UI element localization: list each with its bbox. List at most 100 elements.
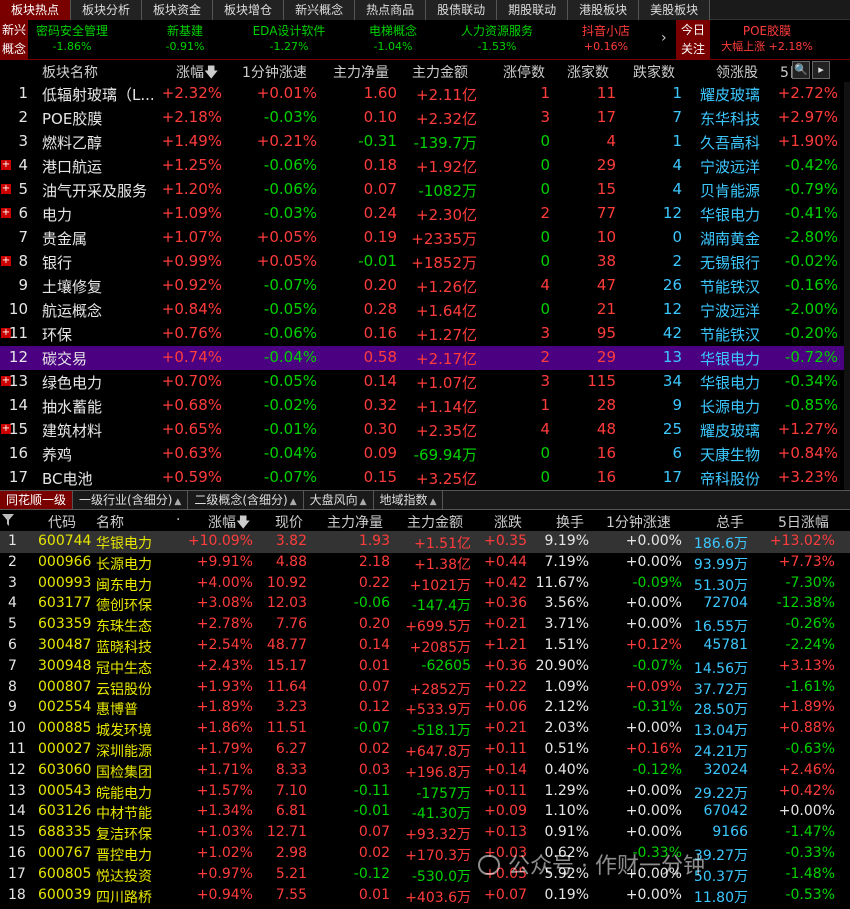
- top-tab-bar: 板块热点 板块分析 板块资金 板块增仓 新兴概念 热点商品 股债联动 期股联动 港股板块 美股板块: [0, 0, 850, 20]
- stock-row[interactable]: 16 000767 晋控电力 +1.02% 2.98 0.02 +170.3万 +0.03 0.…: [0, 844, 850, 865]
- ticker-item[interactable]: 新基建 -0.91%: [140, 23, 230, 55]
- header-diff[interactable]: 涨跌: [494, 512, 522, 532]
- expand-plus-icon[interactable]: +: [1, 256, 11, 266]
- dropdown-icon[interactable]: ▲: [360, 497, 367, 507]
- sector-row[interactable]: +13 绿色电力 +0.70% -0.05% 0.14 +1.07亿 3 115 34 华银电力 -…: [0, 370, 850, 394]
- today-focus-item[interactable]: POE胶膜 大幅上涨 +2.18%: [712, 23, 822, 55]
- expand-icon[interactable]: ▸: [812, 61, 830, 79]
- sector-row[interactable]: 10 航运概念 +0.84% -0.05% 0.28 +1.64亿 0 21 12 宁波远洋 -2.…: [0, 298, 850, 322]
- tab-8[interactable]: 期股联动: [497, 0, 569, 20]
- expand-plus-icon[interactable]: +: [1, 160, 11, 170]
- tab-3[interactable]: 板块资金: [142, 0, 214, 20]
- sector-row[interactable]: +5 油气开采及服务 +1.20% -0.06% 0.07 -1082万 0 15 4 贝肯能源 -…: [0, 178, 850, 202]
- stock-row[interactable]: 2 000966 长源电力 +9.91% 4.88 2.18 +1.38亿 +0.44 7.19…: [0, 553, 850, 574]
- tab-7[interactable]: 股债联动: [426, 0, 498, 20]
- search-icon[interactable]: 🔍: [792, 61, 810, 79]
- category-tab-3[interactable]: 二级概念(含细分) ▲: [188, 491, 304, 509]
- header-turnover[interactable]: 换手: [556, 512, 584, 532]
- ticker-item[interactable]: EDA设计软件 -1.27%: [244, 23, 334, 55]
- sector-row[interactable]: 2 POE胶膜 +2.18% -0.03% 0.10 +2.32亿 3 17 7 东华科技 +2.9…: [0, 106, 850, 130]
- stock-row[interactable]: 3 000993 闽东电力 +4.00% 10.92 0.22 +1021万 +0.42 11.…: [0, 574, 850, 595]
- header-limit-up[interactable]: 涨停数: [503, 62, 545, 82]
- dropdown-icon[interactable]: ▲: [290, 497, 297, 507]
- row-index: 8: [8, 678, 17, 695]
- header-main-amount[interactable]: 主力金额: [412, 62, 468, 82]
- expand-plus-icon[interactable]: +: [1, 184, 11, 194]
- stock-row[interactable]: 9 002554 惠博普 +1.89% 3.23 0.12 +533.9万 +0.06 2.12…: [0, 698, 850, 719]
- tab-5[interactable]: 新兴概念: [284, 0, 356, 20]
- tab-9[interactable]: 港股板块: [568, 0, 640, 20]
- sector-row[interactable]: 16 养鸡 +0.63% -0.04% 0.09 -69.94万 0 16 6 天康生物 +0.84…: [0, 442, 850, 466]
- chevron-right-icon[interactable]: ›: [661, 30, 667, 46]
- stock-row[interactable]: 11 000027 深圳能源 +1.79% 6.27 0.02 +647.8万 +0.11 0.…: [0, 740, 850, 761]
- stock-row[interactable]: 6 300487 蓝晓科技 +2.54% 48.77 0.14 +2085万 +1.21 1.5…: [0, 636, 850, 657]
- sector-row[interactable]: +6 电力 +1.09% -0.03% 0.24 +2.30亿 2 77 12 华银电力 -0.41…: [0, 202, 850, 226]
- stock-row[interactable]: 4 603177 德创环保 +3.08% 12.03 -0.06 -147.4万 +0.36 3…: [0, 594, 850, 615]
- sector-row[interactable]: +11 环保 +0.76% -0.06% 0.16 +1.27亿 3 95 42 节能铁汉 -0.2…: [0, 322, 850, 346]
- dropdown-icon[interactable]: ▲: [174, 497, 181, 507]
- stock-1min-speed: +0.00%: [625, 782, 682, 799]
- stock-row[interactable]: 12 603060 国检集团 +1.71% 8.33 0.03 +196.8万 +0.14 0.…: [0, 761, 850, 782]
- stock-row[interactable]: 14 603126 中材节能 +1.34% 6.81 -0.01 -41.30万 +0.09 1…: [0, 802, 850, 823]
- tab-6[interactable]: 热点商品: [355, 0, 427, 20]
- sector-row[interactable]: +4 港口航运 +1.25% -0.06% 0.18 +1.92亿 0 29 4 宁波远洋 -0.4…: [0, 154, 850, 178]
- stock-main-net: -0.12: [353, 865, 390, 882]
- stock-row[interactable]: 17 600805 悦达投资 +0.97% 5.21 -0.12 -530.0万 +0.05 5…: [0, 865, 850, 886]
- stock-row[interactable]: 15 688335 复洁环保 +1.03% 12.71 0.07 +93.32万 +0.13 0…: [0, 823, 850, 844]
- sector-row[interactable]: 7 贵金属 +1.07% +0.05% 0.19 +2335万 0 10 0 湖南黄金 -2.80%: [0, 226, 850, 250]
- header-main-net[interactable]: 主力净量: [333, 62, 389, 82]
- category-tab-5[interactable]: 地域指数 ▲: [374, 491, 444, 509]
- tab-2[interactable]: 板块分析: [71, 0, 143, 20]
- header-price[interactable]: 现价: [275, 512, 303, 532]
- tab-4[interactable]: 板块增仓: [213, 0, 285, 20]
- sector-row[interactable]: 17 BC电池 +0.59% -0.07% 0.15 +3.25亿 0 16 17 帝科股份 +3.…: [0, 466, 850, 490]
- header-sector-name[interactable]: 板块名称: [42, 62, 98, 82]
- sector-row[interactable]: 9 土壤修复 +0.92% -0.07% 0.20 +1.26亿 4 47 26 节能铁汉 -0.1…: [0, 274, 850, 298]
- ticker-left-label[interactable]: 新兴 概念: [0, 20, 28, 60]
- sector-row[interactable]: 1 低辐射玻璃（L... +2.32% +0.01% 1.60 +2.11亿 1 11 1 耀皮玻…: [0, 82, 850, 106]
- dropdown-icon[interactable]: ▲: [430, 497, 437, 507]
- sector-row[interactable]: 12 碳交易 +0.74% -0.04% 0.58 +2.17亿 2 29 13 华银电力 -0.7…: [0, 346, 850, 370]
- header-up-count[interactable]: 涨家数: [567, 62, 609, 82]
- sector-change: +0.76%: [161, 324, 222, 342]
- today-focus-label[interactable]: 今日 关注: [676, 20, 710, 60]
- header-leader[interactable]: 领涨股: [716, 62, 758, 82]
- sector-main-net: 0.32: [363, 396, 397, 414]
- category-tab-2[interactable]: 一级行业(含细分) ▲: [73, 491, 189, 509]
- category-tab-4[interactable]: 大盘风向 ▲: [304, 491, 374, 509]
- row-index: 4: [8, 595, 17, 612]
- ticker-item[interactable]: 电梯概念 -1.04%: [348, 23, 438, 55]
- sector-row[interactable]: 3 燃料乙醇 +1.49% +0.21% -0.31 -139.7万 0 4 1 久吾高科 +1.9…: [0, 130, 850, 154]
- stock-turnover: 0.51%: [544, 741, 589, 757]
- sector-row[interactable]: +8 银行 +0.99% +0.05% -0.01 +1852万 0 38 2 无锡银行 -0.02…: [0, 250, 850, 274]
- stock-row[interactable]: 8 000807 云铝股份 +1.93% 11.64 0.07 +2852万 +0.22 1.0…: [0, 678, 850, 699]
- category-tab-1[interactable]: 同花顺一级: [0, 491, 74, 509]
- tab-1[interactable]: 板块热点: [0, 0, 72, 20]
- header-code[interactable]: 代码: [48, 512, 76, 532]
- stock-row[interactable]: 10 000885 城发环境 +1.86% 11.51 -0.07 -518.1万 +0.21…: [0, 719, 850, 740]
- tab-10[interactable]: 美股板块: [639, 0, 711, 20]
- header-stock-1min-speed[interactable]: 1分钟涨速: [606, 512, 671, 532]
- header-5day-change[interactable]: 5日涨幅: [778, 512, 829, 532]
- stock-row[interactable]: 7 300948 冠中生态 +2.43% 15.17 0.01 -62605 +0.36 20.…: [0, 657, 850, 678]
- expand-plus-icon[interactable]: +: [1, 208, 11, 218]
- ticker-item[interactable]: 密码安全管理 -1.86%: [27, 23, 117, 55]
- sector-row[interactable]: 14 抽水蓄能 +0.68% -0.02% 0.32 +1.14亿 1 28 9 长源电力 -0.8…: [0, 394, 850, 418]
- header-stock-main-amount[interactable]: 主力金额: [407, 512, 463, 532]
- vertical-scrollbar[interactable]: [844, 82, 850, 490]
- stock-name: 皖能电力: [96, 785, 152, 802]
- header-stock-main-net[interactable]: 主力净量: [327, 512, 383, 532]
- header-down-count[interactable]: 跌家数: [633, 62, 675, 82]
- sector-row[interactable]: +15 建筑材料 +0.65% -0.01% 0.30 +2.35亿 4 48 25 耀皮玻璃 +1…: [0, 418, 850, 442]
- ticker-item[interactable]: 抖音小店 +0.16%: [561, 23, 651, 55]
- stock-row[interactable]: 1 600744 华银电力 +10.09% 3.82 1.93 +1.51亿 +0.35 9.1…: [0, 532, 850, 553]
- ticker-item[interactable]: 人力资源服务 -1.53%: [452, 23, 542, 55]
- row-index: 18: [8, 886, 26, 903]
- header-name[interactable]: 名称: [96, 512, 124, 532]
- header-1min-speed[interactable]: 1分钟涨速: [242, 62, 307, 82]
- stock-row[interactable]: 18 600039 四川路桥 +0.94% 7.55 0.01 +403.6万 +0.07 0.…: [0, 886, 850, 907]
- filter-icon[interactable]: [2, 514, 14, 526]
- stock-row[interactable]: 5 603359 东珠生态 +2.78% 7.76 0.20 +699.5万 +0.21 3.7…: [0, 615, 850, 636]
- header-volume[interactable]: 总手: [716, 512, 744, 532]
- stock-row[interactable]: 13 000543 皖能电力 +1.57% 7.10 -0.11 -1757万 +0.11 1.…: [0, 782, 850, 803]
